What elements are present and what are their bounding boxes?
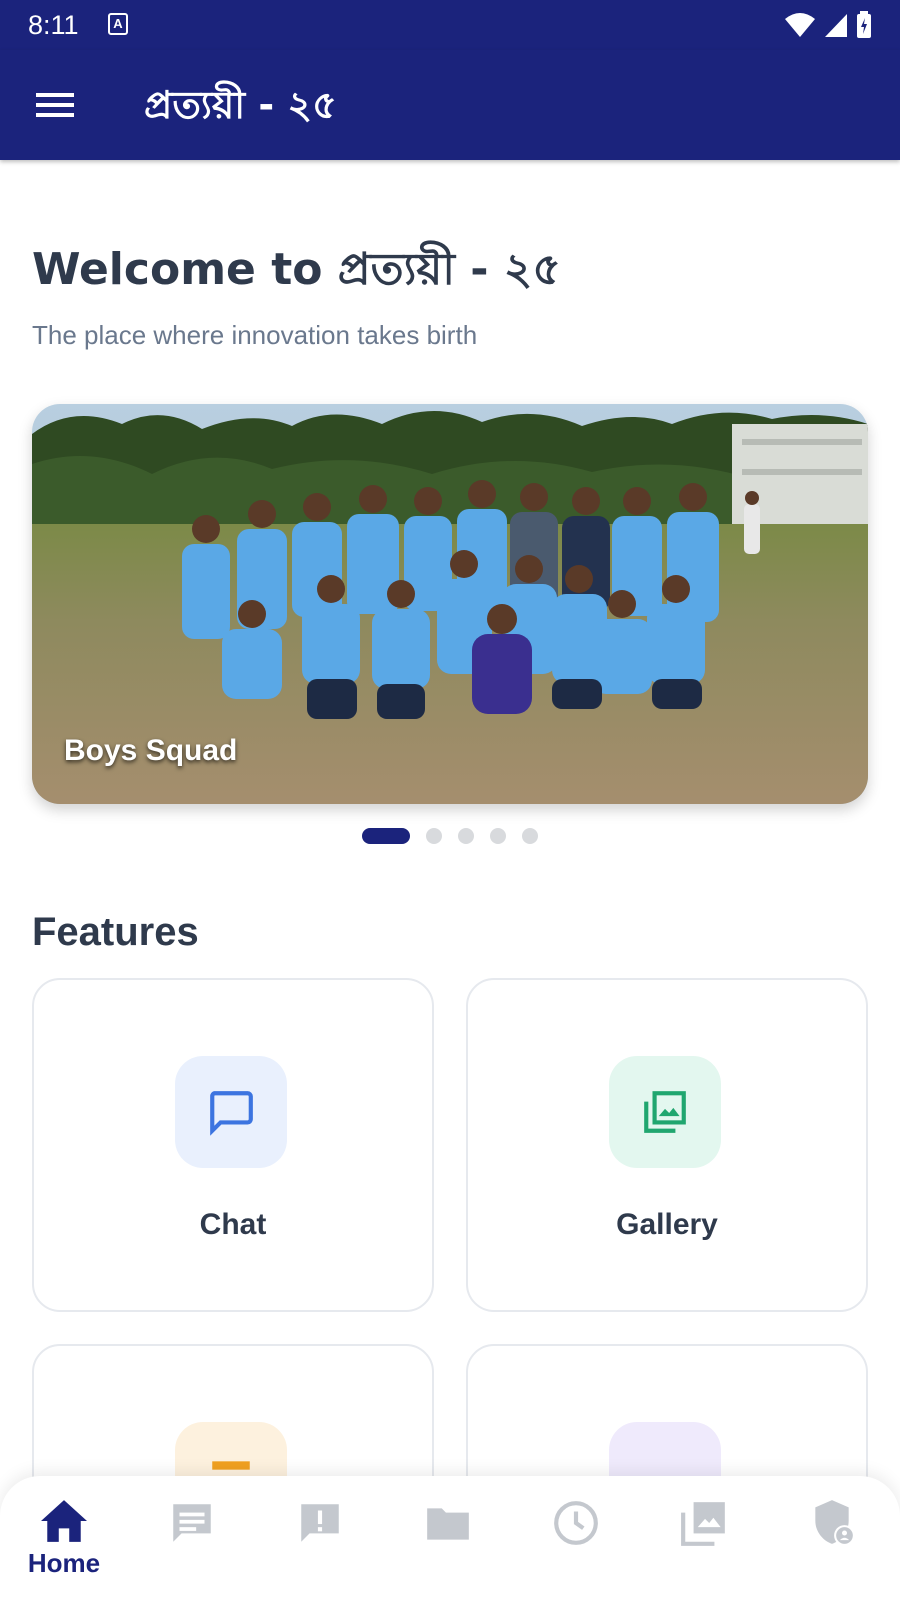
carousel-dot[interactable] [458,828,474,844]
feature-card-chat[interactable]: Chat [32,978,434,1312]
nav-files[interactable] [408,1498,488,1588]
folder-icon [427,1508,469,1540]
chat-bubble-icon [210,1091,253,1136]
status-bar: 8:11 A [0,0,900,50]
message-icon [173,1504,211,1542]
nav-messages[interactable] [152,1498,232,1588]
nav-photos[interactable] [664,1498,744,1588]
chat-icon-tile [175,1056,287,1168]
wifi-icon [785,13,815,37]
gallery-icon-tile [609,1056,721,1168]
tagline: The place where innovation takes birth [32,320,478,350]
nav-home-label: Home [27,1548,101,1578]
carousel-caption: Boys Squad [64,734,238,767]
feature-card-gallery[interactable]: Gallery [466,978,868,1312]
nav-admin[interactable] [792,1498,872,1588]
feature-card-label: Gallery [616,1208,718,1241]
battery-icon [857,11,871,38]
app-bar: প্রত্যয়ী - ২৫ [0,50,900,160]
photo-carousel[interactable]: Boys Squad [32,404,868,804]
gallery-icon [644,1091,686,1133]
nav-history[interactable] [536,1498,616,1588]
hamburger-menu-icon [36,93,74,117]
carousel-dot[interactable] [522,828,538,844]
feature-card-label: Chat [199,1208,267,1241]
carousel-dot[interactable] [426,828,442,844]
status-icons [784,11,872,39]
cellular-signal-icon [825,14,847,37]
nav-feedback[interactable] [280,1498,360,1588]
clock-icon [554,1501,598,1545]
admin-shield-icon [815,1500,855,1546]
status-time: 8:11 [28,10,79,40]
welcome-heading: Welcome to প্রত্যয়ী - ২৫ [32,244,561,295]
home-icon [41,1500,87,1542]
notification-icon: A [108,13,128,35]
feedback-icon [301,1504,339,1542]
carousel-dot[interactable] [490,828,506,844]
app-title: প্রত্যয়ী - ২৫ [144,83,337,127]
bottom-navigation: Home [0,1476,900,1600]
nav-home[interactable]: Home [24,1498,104,1588]
photos-icon [681,1502,725,1546]
carousel-dot-active[interactable] [362,828,410,844]
carousel-indicator [0,828,900,844]
menu-button[interactable] [30,80,80,130]
features-heading: Features [32,910,199,954]
